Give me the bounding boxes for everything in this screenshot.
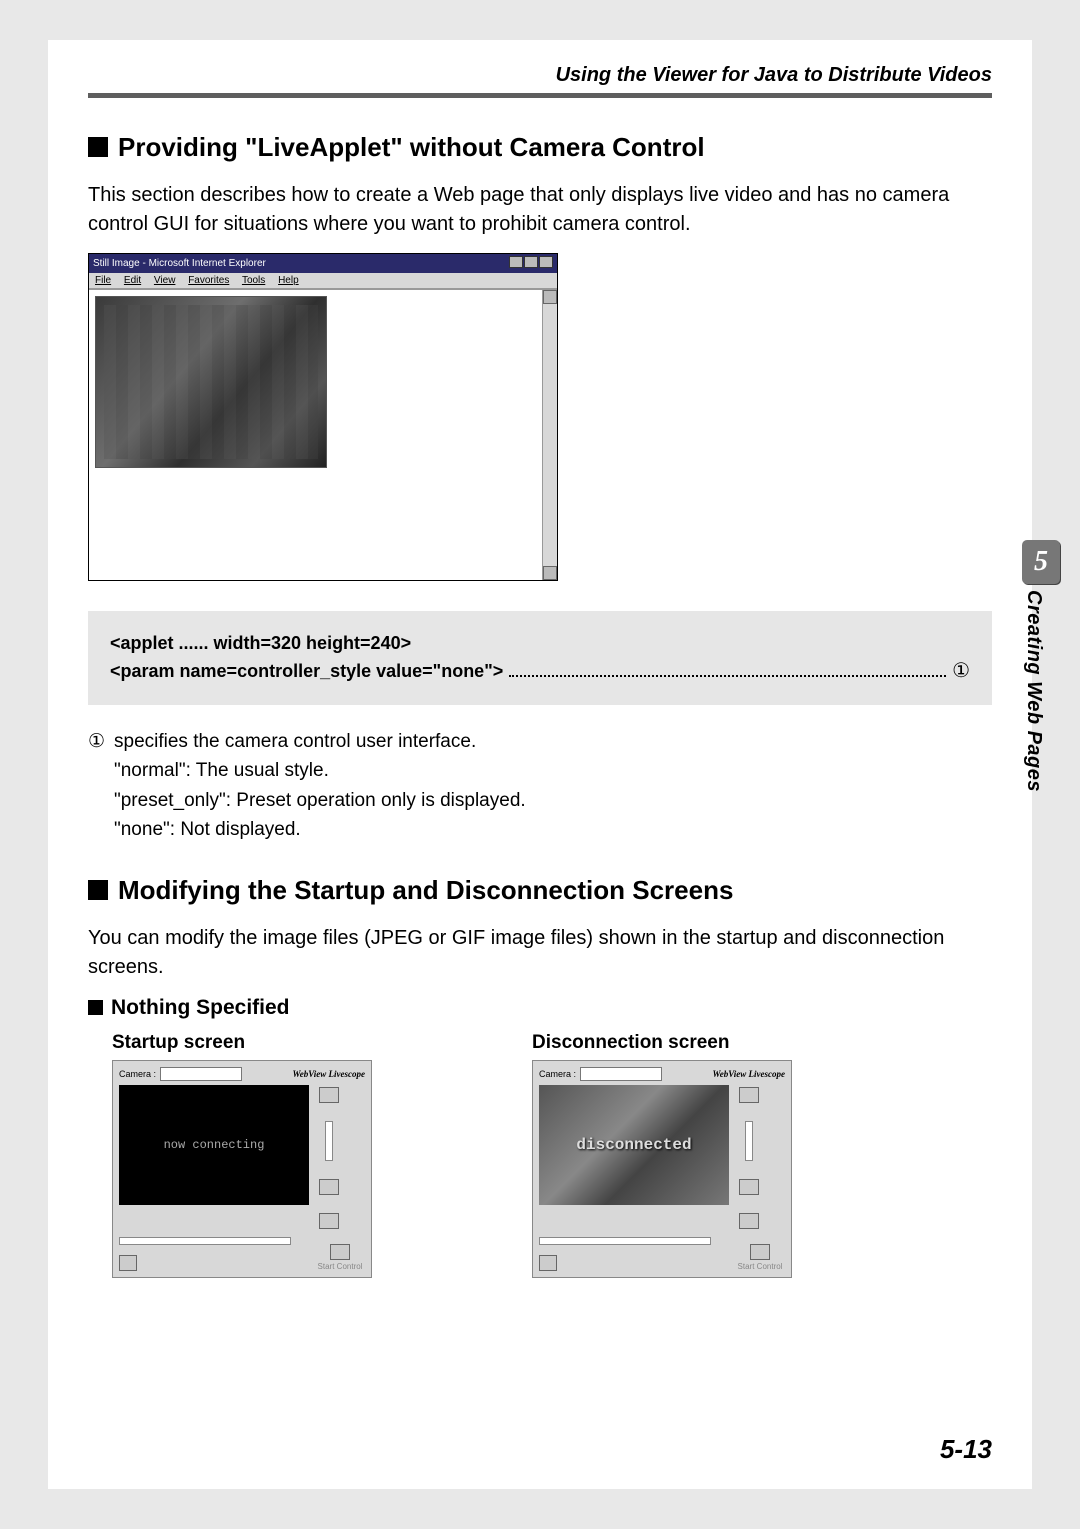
code-block: <applet ...... width=320 height=240> <pa… [88,611,992,705]
snapshot-button-icon [119,1255,137,1271]
preset-button-icon [739,1213,759,1229]
camera-dropdown [160,1067,242,1081]
start-control-icon [750,1244,770,1260]
page-number: 5-13 [940,1434,992,1465]
running-header: Using the Viewer for Java to Distribute … [88,64,992,93]
tilt-slider [745,1121,753,1161]
webview-logo: WebView Livescope [292,1069,365,1079]
browser-window: Still Image - Microsoft Internet Explore… [88,253,558,581]
start-control-icon [330,1244,350,1260]
menu-file: File [95,275,111,286]
disconnection-screenshot: Camera : WebView Livescope disconnected [532,1060,792,1278]
chapter-title-vertical: Creating Web Pages [1022,590,1045,792]
start-control-label: Start Control [318,1262,363,1271]
menu-help: Help [278,275,299,286]
still-image [95,296,327,468]
disconnection-viewport: disconnected [539,1085,729,1205]
section2-heading: Modifying the Startup and Disconnection … [88,875,992,906]
leader-dots-icon [509,674,946,677]
camera-label: Camera : [119,1069,156,1079]
bullet-square-icon [88,880,108,900]
side-controls [313,1085,345,1229]
start-control-button: Start Control [315,1244,365,1271]
description-list: ① specifies the camera control user inte… [88,727,992,845]
section2-title: Modifying the Startup and Disconnection … [118,875,733,905]
disconnection-label: Disconnection screen [532,1032,868,1054]
start-control-button: Start Control [735,1244,785,1271]
desc-l2: "normal": The usual style. [114,756,992,785]
section1-title: Providing "LiveApplet" without Camera Co… [118,132,705,162]
connecting-text: now connecting [164,1138,265,1152]
startup-label: Startup screen [112,1032,448,1054]
camera-dropdown [580,1067,662,1081]
desc-l4: "none": Not displayed. [114,815,992,844]
snapshot-button-icon [539,1255,557,1271]
camera-label: Camera : [539,1069,576,1079]
tilt-slider [325,1121,333,1161]
code-line-1-text: <applet ...... width=320 height=240> [110,633,411,654]
browser-client-area [89,289,557,580]
preset-button-icon [319,1213,339,1229]
pan-slider [539,1237,711,1245]
scroll-up-icon [543,290,557,304]
browser-titlebar: Still Image - Microsoft Internet Explore… [89,254,557,273]
section1-intro: This section describes how to create a W… [88,181,992,239]
header-rule [88,93,992,98]
side-controls [733,1085,765,1229]
chapter-tab: 5 Creating Web Pages [1022,540,1062,792]
tilt-button-icon [739,1087,759,1103]
section2-intro: You can modify the image files (JPEG or … [88,924,992,982]
bullet-square-small-icon [88,1000,103,1015]
code-line-2: <param name=controller_style value="none… [110,658,970,683]
maximize-icon [524,256,538,268]
wide-button-icon [739,1179,759,1195]
startup-viewport: now connecting [119,1085,309,1205]
menu-favorites: Favorites [188,275,229,286]
code-ref-1: ① [952,658,970,683]
menu-edit: Edit [124,275,141,286]
pan-slider [119,1237,291,1245]
desc-l1: specifies the camera control user interf… [114,727,476,756]
tilt-button-icon [319,1087,339,1103]
scroll-down-icon [543,566,557,580]
menu-tools: Tools [242,275,265,286]
minimize-icon [509,256,523,268]
disconnection-column: Disconnection screen Camera : WebView Li… [508,1028,868,1278]
close-icon [539,256,553,268]
section1-heading: Providing "LiveApplet" without Camera Co… [88,132,992,163]
disconnected-text: disconnected [576,1136,691,1154]
chapter-number-badge: 5 [1022,540,1060,584]
nothing-specified-text: Nothing Specified [111,996,290,1019]
code-line-2-text: <param name=controller_style value="none… [110,661,503,682]
code-line-1: <applet ...... width=320 height=240> [110,633,970,654]
scrollbar-vertical [542,290,557,580]
browser-title: Still Image - Microsoft Internet Explore… [93,258,266,269]
menu-view: View [154,275,176,286]
webview-logo: WebView Livescope [712,1069,785,1079]
startup-screenshot: Camera : WebView Livescope now connectin… [112,1060,372,1278]
start-control-label: Start Control [738,1262,783,1271]
desc-num: ① [88,727,114,756]
wide-button-icon [319,1179,339,1195]
bullet-square-icon [88,137,108,157]
window-buttons [508,256,553,271]
browser-menubar: File Edit View Favorites Tools Help [89,273,557,289]
nothing-specified-heading: Nothing Specified [88,996,992,1020]
screenshot-columns: Startup screen Camera : WebView Livescop… [88,1028,992,1278]
startup-column: Startup screen Camera : WebView Livescop… [88,1028,448,1278]
desc-l3: "preset_only": Preset operation only is … [114,786,992,815]
